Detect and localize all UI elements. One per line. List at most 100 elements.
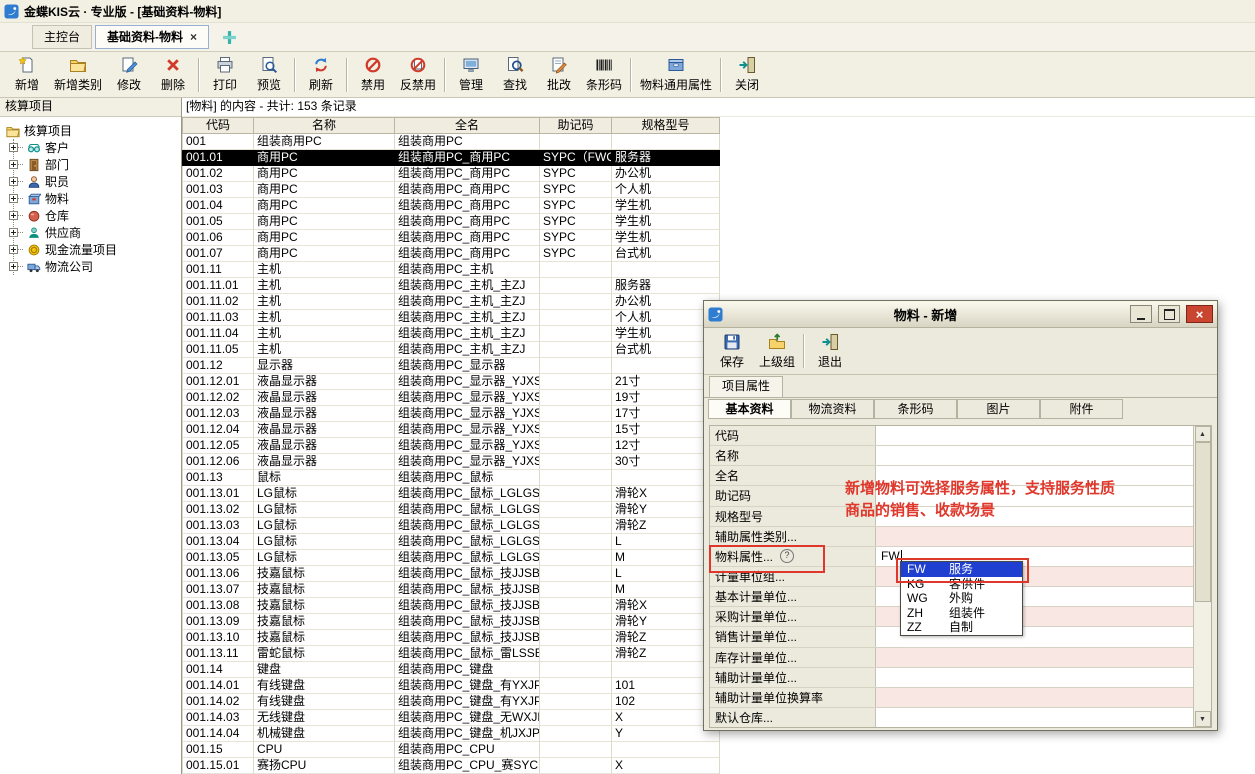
dropdown-option-zz[interactable]: ZZ自制 bbox=[901, 620, 1022, 635]
form-field-stock-unit[interactable] bbox=[876, 648, 1193, 667]
table-row[interactable]: 001.14.04机械键盘组装商用PC_键盘_机JXJPY bbox=[182, 726, 720, 742]
expand-icon[interactable] bbox=[9, 194, 18, 203]
table-row[interactable]: 001.12.03液晶显示器组装商用PC_显示器_YJXSQ17寸 bbox=[182, 406, 720, 422]
table-row[interactable]: 001.11.03主机组装商用PC_主机_主ZJ个人机 bbox=[182, 310, 720, 326]
tab-material[interactable]: 基础资料-物料× bbox=[95, 25, 209, 49]
dropdown-option-kg[interactable]: KG客供件 bbox=[901, 577, 1022, 592]
tree-item-logistics[interactable]: 物流公司 bbox=[14, 258, 179, 275]
table-row[interactable]: 001.05商用PC组装商用PC_商用PCSYPC学生机 bbox=[182, 214, 720, 230]
table-row[interactable]: 001组装商用PC组装商用PC bbox=[182, 134, 720, 150]
form-field-aux-unit[interactable] bbox=[876, 668, 1193, 687]
dropdown-option-zh[interactable]: ZH组装件 bbox=[901, 606, 1022, 621]
table-row[interactable]: 001.13.04LG鼠标组装商用PC_鼠标_LGLGSBL bbox=[182, 534, 720, 550]
table-row[interactable]: 001.13.10技嘉鼠标组装商用PC_鼠标_技JJSB滑轮Z bbox=[182, 630, 720, 646]
column-header[interactable]: 名称 bbox=[254, 117, 395, 134]
table-row[interactable]: 001.14.02有线键盘组装商用PC_键盘_有YXJP102 bbox=[182, 694, 720, 710]
close-door-button[interactable]: 关闭 bbox=[725, 53, 769, 96]
expand-icon[interactable] bbox=[9, 245, 18, 254]
expand-icon[interactable] bbox=[9, 143, 18, 152]
table-row[interactable]: 001.12.05液晶显示器组装商用PC_显示器_YJXSQ12寸 bbox=[182, 438, 720, 454]
tree-item-employee[interactable]: 职员 bbox=[14, 173, 179, 190]
table-row[interactable]: 001.13.08技嘉鼠标组装商用PC_鼠标_技JJSB滑轮X bbox=[182, 598, 720, 614]
tree-item-department[interactable]: 部门 bbox=[14, 156, 179, 173]
dialog-close-button[interactable]: × bbox=[1186, 305, 1213, 323]
form-field-default-warehouse[interactable] bbox=[876, 708, 1193, 727]
dialog-subtab-basic[interactable]: 基本资料 bbox=[708, 399, 791, 419]
column-header[interactable]: 规格型号 bbox=[612, 117, 720, 134]
table-row[interactable]: 001.12.04液晶显示器组装商用PC_显示器_YJXSQ15寸 bbox=[182, 422, 720, 438]
table-row[interactable]: 001.03商用PC组装商用PC_商用PCSYPC个人机 bbox=[182, 182, 720, 198]
table-row[interactable]: 001.15CPU组装商用PC_CPU bbox=[182, 742, 720, 758]
save-button[interactable]: 保存 bbox=[710, 330, 754, 373]
tree-item-material[interactable]: 物料 bbox=[14, 190, 179, 207]
exit-button[interactable]: 退出 bbox=[808, 330, 852, 373]
dialog-subtab-logistics[interactable]: 物流资料 bbox=[791, 399, 874, 419]
dialog-subtab-attachment[interactable]: 附件 bbox=[1040, 399, 1123, 419]
form-scrollbar[interactable]: ▲ ▼ bbox=[1193, 426, 1211, 727]
expand-icon[interactable] bbox=[9, 160, 18, 169]
table-row[interactable]: 001.14键盘组装商用PC_键盘 bbox=[182, 662, 720, 678]
form-field-aux-attr-category[interactable] bbox=[876, 527, 1193, 546]
find-button[interactable]: 查找 bbox=[493, 53, 537, 96]
add-tab-icon[interactable] bbox=[222, 30, 237, 45]
table-row[interactable]: 001.13.09技嘉鼠标组装商用PC_鼠标_技JJSB滑轮Y bbox=[182, 614, 720, 630]
preview-button[interactable]: 预览 bbox=[247, 53, 291, 96]
dialog-subtab-barcode[interactable]: 条形码 bbox=[874, 399, 957, 419]
refresh-button[interactable]: 刷新 bbox=[299, 53, 343, 96]
table-row[interactable]: 001.13.11雷蛇鼠标组装商用PC_鼠标_雷LSSB滑轮Z bbox=[182, 646, 720, 662]
manage-button[interactable]: 管理 bbox=[449, 53, 493, 96]
table-row[interactable]: 001.13鼠标组装商用PC_鼠标 bbox=[182, 470, 720, 486]
dialog-minimize-button[interactable] bbox=[1130, 305, 1152, 323]
scroll-down-icon[interactable]: ▼ bbox=[1195, 711, 1211, 727]
form-field-name[interactable] bbox=[876, 446, 1193, 465]
edit-button[interactable]: 修改 bbox=[107, 53, 151, 96]
dialog-maximize-button[interactable] bbox=[1158, 305, 1180, 323]
material-attr-button[interactable]: 物料通用属性 bbox=[635, 53, 717, 96]
expand-icon[interactable] bbox=[9, 228, 18, 237]
parent-group-button[interactable]: 上级组 bbox=[754, 330, 800, 373]
table-row[interactable]: 001.11.04主机组装商用PC_主机_主ZJ学生机 bbox=[182, 326, 720, 342]
form-field-aux-unit-rate[interactable] bbox=[876, 688, 1193, 707]
column-header[interactable]: 助记码 bbox=[540, 117, 612, 134]
barcode-button[interactable]: 条形码 bbox=[581, 53, 627, 96]
table-row[interactable]: 001.13.01LG鼠标组装商用PC_鼠标_LGLGSB滑轮X bbox=[182, 486, 720, 502]
column-header[interactable]: 全名 bbox=[395, 117, 540, 134]
table-row[interactable]: 001.13.03LG鼠标组装商用PC_鼠标_LGLGSB滑轮Z bbox=[182, 518, 720, 534]
tree-item-customer[interactable]: 客户 bbox=[14, 139, 179, 156]
tab-item-properties[interactable]: 项目属性 bbox=[709, 376, 783, 397]
tree-root-item[interactable]: 核算项目 bbox=[4, 122, 179, 139]
dropdown-option-wg[interactable]: WG外购 bbox=[901, 591, 1022, 606]
dialog-subtab-picture[interactable]: 图片 bbox=[957, 399, 1040, 419]
table-row[interactable]: 001.11.05主机组装商用PC_主机_主ZJ台式机 bbox=[182, 342, 720, 358]
table-row[interactable]: 001.11.01主机组装商用PC_主机_主ZJ服务器 bbox=[182, 278, 720, 294]
table-row[interactable]: 001.12.01液晶显示器组装商用PC_显示器_YJXSQ21寸 bbox=[182, 374, 720, 390]
batch-edit-button[interactable]: 批改 bbox=[537, 53, 581, 96]
table-row[interactable]: 001.04商用PC组装商用PC_商用PCSYPC学生机 bbox=[182, 198, 720, 214]
tree-item-supplier[interactable]: 供应商 bbox=[14, 224, 179, 241]
table-row[interactable]: 001.12显示器组装商用PC_显示器 bbox=[182, 358, 720, 374]
tab-close-icon[interactable]: × bbox=[190, 27, 197, 47]
table-row[interactable]: 001.11.02主机组装商用PC_主机_主ZJ办公机 bbox=[182, 294, 720, 310]
table-row[interactable]: 001.15.01赛扬CPU组装商用PC_CPU_赛SYCPUX bbox=[182, 758, 720, 774]
table-row[interactable]: 001.12.06液晶显示器组装商用PC_显示器_YJXSQ30寸 bbox=[182, 454, 720, 470]
expand-icon[interactable] bbox=[9, 262, 18, 271]
form-field-code[interactable] bbox=[876, 426, 1193, 445]
table-row[interactable]: 001.12.02液晶显示器组装商用PC_显示器_YJXSQ19寸 bbox=[182, 390, 720, 406]
table-row[interactable]: 001.13.06技嘉鼠标组装商用PC_鼠标_技JJSBL bbox=[182, 566, 720, 582]
dropdown-option-fw[interactable]: FW服务 bbox=[901, 562, 1022, 577]
disable-button[interactable]: 禁用 bbox=[351, 53, 395, 96]
scroll-thumb[interactable] bbox=[1195, 442, 1211, 602]
table-row[interactable]: 001.14.01有线键盘组装商用PC_键盘_有YXJP101 bbox=[182, 678, 720, 694]
scroll-up-icon[interactable]: ▲ bbox=[1195, 426, 1211, 442]
table-row[interactable]: 001.13.02LG鼠标组装商用PC_鼠标_LGLGSB滑轮Y bbox=[182, 502, 720, 518]
undisable-button[interactable]: 反禁用 bbox=[395, 53, 441, 96]
table-row[interactable]: 001.11主机组装商用PC_主机 bbox=[182, 262, 720, 278]
tree-item-warehouse[interactable]: 仓库 bbox=[14, 207, 179, 224]
table-row[interactable]: 001.01商用PC组装商用PC_商用PCSYPC（FWQ）服务器 bbox=[182, 150, 720, 166]
expand-icon[interactable] bbox=[9, 211, 18, 220]
table-row[interactable]: 001.02商用PC组装商用PC_商用PCSYPC办公机 bbox=[182, 166, 720, 182]
new-category-button[interactable]: 新增类别 bbox=[49, 53, 107, 96]
table-row[interactable]: 001.13.05LG鼠标组装商用PC_鼠标_LGLGSBM bbox=[182, 550, 720, 566]
table-row[interactable]: 001.14.03无线键盘组装商用PC_键盘_无WXJPX bbox=[182, 710, 720, 726]
table-row[interactable]: 001.13.07技嘉鼠标组装商用PC_鼠标_技JJSBM bbox=[182, 582, 720, 598]
